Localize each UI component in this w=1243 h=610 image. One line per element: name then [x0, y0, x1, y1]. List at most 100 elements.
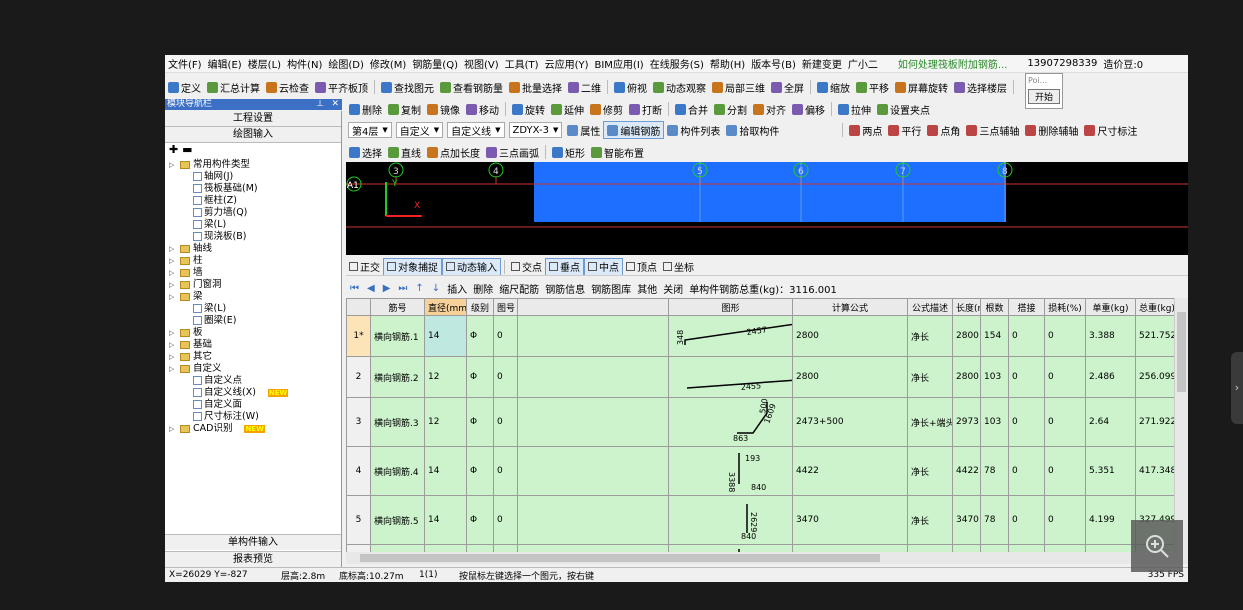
main-tool-4[interactable]: 查找图元	[378, 78, 437, 96]
cell-lap[interactable]: 0	[1008, 356, 1045, 398]
report-preview-button[interactable]: 报表预览	[165, 551, 341, 567]
tree-folder[interactable]: ▷ 门窗洞	[169, 279, 341, 291]
cell-cnt[interactable]: 103	[980, 356, 1009, 398]
cell-name[interactable]: 横向钢筋.6	[370, 544, 425, 552]
tree-item[interactable]: 梁(L)	[169, 303, 341, 315]
main-tool-15[interactable]: 选择楼层	[951, 78, 1010, 96]
tree-item[interactable]: 尺寸标注(W)	[169, 411, 341, 423]
cell-d[interactable]: 14	[424, 544, 467, 552]
cell-name[interactable]: 横向钢筋.3	[370, 397, 425, 447]
tree-item[interactable]: 框柱(Z)	[169, 195, 341, 207]
menu-item-13[interactable]: 版本号(B)	[748, 55, 799, 72]
cell-d[interactable]: 14	[424, 446, 467, 496]
up-icon[interactable]: ↑	[411, 279, 427, 297]
cell-desc[interactable]: 净长	[907, 356, 953, 398]
cell-tw[interactable]: 271.922	[1135, 397, 1174, 447]
cell-desc[interactable]: 净长	[907, 315, 953, 357]
table-row[interactable]: 6横向钢筋.614Φ033384370净长437078005.288412.44…	[346, 544, 1174, 552]
menu-item-11[interactable]: 在线服务(S)	[647, 55, 707, 72]
snap-1[interactable]: 对象捕捉	[383, 258, 442, 275]
cell-fig[interactable]: 0	[493, 315, 518, 357]
close-icon[interactable]: ✕	[331, 99, 339, 110]
tree-folder[interactable]: ▷ 板	[169, 327, 341, 339]
new-change-menu[interactable]: 新建变更	[799, 55, 845, 72]
main-tool-7[interactable]: 二维	[565, 78, 604, 96]
snap-7[interactable]: 坐标	[660, 258, 697, 275]
menu-item-6[interactable]: 钢筋量(Q)	[409, 55, 461, 72]
col-header-3[interactable]: 图号	[493, 298, 518, 316]
grid-info-button[interactable]: 钢筋信息	[542, 279, 588, 297]
component-list-button[interactable]: 构件列表	[664, 121, 723, 139]
main-tool-9[interactable]: 动态观察	[650, 78, 709, 96]
pin-icon[interactable]: ⊥	[316, 99, 324, 110]
col-header-10[interactable]: 损耗(%)	[1044, 298, 1086, 316]
cell-shape[interactable]: 348 2457	[668, 315, 793, 357]
main-tool-2[interactable]: 云检查	[263, 78, 312, 96]
edit-tool-7[interactable]: 打断	[626, 100, 665, 118]
cell-fig[interactable]: 0	[493, 544, 518, 552]
grid-del-button[interactable]: 删除	[470, 279, 496, 297]
poi-popup[interactable]: Poi... 开始	[1025, 73, 1063, 109]
scroll-thumb[interactable]	[1177, 312, 1186, 392]
assistant-button[interactable]: 广小二	[845, 55, 881, 72]
edit-tool-10[interactable]: 对齐	[750, 100, 789, 118]
cell-shape[interactable]: 3388 193 840	[668, 446, 793, 496]
cell-d[interactable]: 12	[424, 356, 467, 398]
tree-folder[interactable]: ▷ CAD识别 NEW	[169, 423, 341, 435]
table-row[interactable]: 2横向钢筋.212Φ034424552800净长2800103002.48625…	[346, 356, 1174, 398]
down-icon[interactable]: ↓	[428, 279, 444, 297]
menu-item-10[interactable]: BIM应用(I)	[592, 55, 647, 72]
cell-d[interactable]: 14	[424, 315, 467, 357]
project-settings-button[interactable]: 工程设置	[165, 111, 341, 127]
cell-cnt[interactable]: 78	[980, 495, 1009, 545]
cell-cnt[interactable]: 78	[980, 446, 1009, 496]
cell-f[interactable]: 2473+500	[792, 397, 908, 447]
component-name-select[interactable]: ZDYX-3 ▼	[508, 122, 563, 138]
edit-tool-3[interactable]: 移动	[463, 100, 502, 118]
floor-select[interactable]: 第4层 ▼	[348, 122, 392, 138]
cell-desc[interactable]: 净长	[907, 544, 953, 552]
grid-insert-button[interactable]: 插入	[444, 279, 470, 297]
subtype-select[interactable]: 自定义线 ▼	[447, 122, 505, 138]
cell-len[interactable]: 2800	[952, 356, 981, 398]
next-icon[interactable]: ▶	[379, 279, 395, 297]
col-header-1[interactable]: 直径(mm)	[424, 298, 467, 316]
axis-tool-4[interactable]: 删除辅轴	[1022, 121, 1081, 139]
grid-scale-button[interactable]: 缩尺配筋	[496, 279, 542, 297]
single-component-input-button[interactable]: 单构件输入	[165, 534, 341, 550]
edit-tool-13[interactable]: 设置夹点	[874, 100, 933, 118]
tree-folder[interactable]: ▷ 轴线	[169, 243, 341, 255]
tree-item[interactable]: 剪力墙(Q)	[169, 207, 341, 219]
cell-f[interactable]: 4422	[792, 446, 908, 496]
draw-tool-3[interactable]: 三点画弧	[483, 143, 542, 161]
edit-rebar-button[interactable]: 编辑钢筋	[603, 121, 665, 139]
account-phone[interactable]: 13907298339	[1024, 55, 1100, 72]
snap-2[interactable]: 动态输入	[442, 258, 501, 275]
grid-other-button[interactable]: 其他	[634, 279, 660, 297]
cell-len[interactable]: 2973	[952, 397, 981, 447]
table-row[interactable]: 3 横向钢筋.3 12 Φ 0 500 1609 863 2473+500 净长+端头 2973 10…	[346, 397, 1174, 447]
cell-desc[interactable]: 净长+端头	[907, 397, 953, 447]
cell-lv[interactable]: Φ	[466, 446, 494, 496]
cell-tw[interactable]: 521.752	[1135, 315, 1174, 357]
table-horizontal-scrollbar[interactable]	[346, 552, 1188, 564]
menu-item-12[interactable]: 帮助(H)	[707, 55, 748, 72]
cell-uw[interactable]: 5.351	[1085, 446, 1136, 496]
cell-fig[interactable]: 0	[493, 446, 518, 496]
cell-tw[interactable]: 417.348	[1135, 446, 1174, 496]
tree-item[interactable]: 自定义点	[169, 375, 341, 387]
type-select[interactable]: 自定义 ▼	[395, 122, 444, 138]
cell-lap[interactable]: 0	[1008, 397, 1045, 447]
cell-fig[interactable]: 0	[493, 495, 518, 545]
cell-shape[interactable]: 3442455	[668, 356, 793, 398]
main-tool-0[interactable]: 定义	[165, 78, 204, 96]
main-tool-11[interactable]: 全屏	[768, 78, 807, 96]
cell-f[interactable]: 2800	[792, 315, 908, 357]
menu-item-2[interactable]: 楼层(L)	[245, 55, 284, 72]
edit-tool-6[interactable]: 修剪	[587, 100, 626, 118]
main-tool-1[interactable]: 汇总计算	[204, 78, 263, 96]
edit-tool-8[interactable]: 合并	[672, 100, 711, 118]
main-tool-14[interactable]: 屏幕旋转	[892, 78, 951, 96]
edit-tool-2[interactable]: 镜像	[424, 100, 463, 118]
cell-uw[interactable]: 2.64	[1085, 397, 1136, 447]
